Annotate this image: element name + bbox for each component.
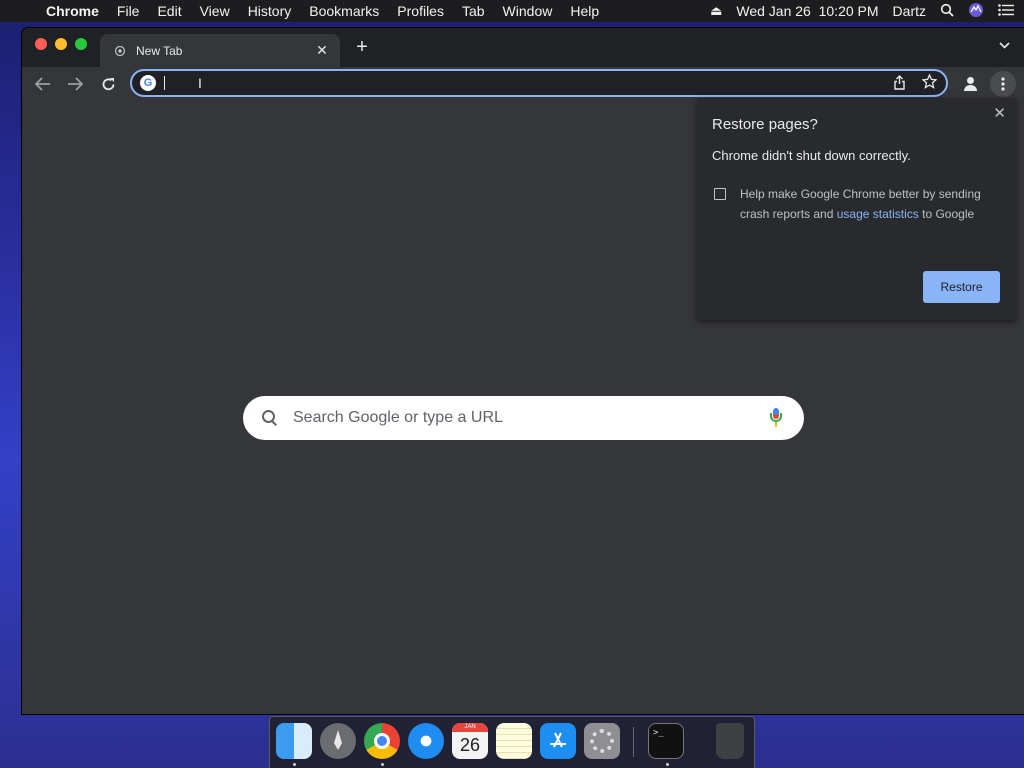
google-g-icon: G xyxy=(140,75,156,91)
restore-button[interactable]: Restore xyxy=(923,271,1000,303)
restore-pages-dialog: ✕ Restore pages? Chrome didn't shut down… xyxy=(697,98,1016,320)
new-tab-button[interactable]: + xyxy=(352,37,372,57)
trash-icon[interactable] xyxy=(716,723,744,759)
menu-tab[interactable]: Tab xyxy=(453,3,494,19)
profile-avatar-icon[interactable] xyxy=(958,72,982,96)
ntp-search-box[interactable]: Search Google or type a URL xyxy=(243,396,804,440)
crash-report-checkbox[interactable] xyxy=(714,188,726,200)
ibeam-cursor-icon: I xyxy=(198,75,202,91)
menu-bookmarks[interactable]: Bookmarks xyxy=(300,3,388,19)
notification-center-icon[interactable] xyxy=(998,3,1014,19)
running-indicator xyxy=(293,763,296,766)
tab-search-chevron-icon[interactable] xyxy=(999,40,1010,52)
menu-profiles[interactable]: Profiles xyxy=(388,3,453,19)
tab-new-tab[interactable]: New Tab ✕ xyxy=(100,34,340,67)
chrome-menu-icon[interactable] xyxy=(990,71,1016,97)
usage-statistics-link[interactable]: usage statistics xyxy=(837,207,919,221)
menu-extras: ⏏ Wed Jan 26 10:20 PM Dartz xyxy=(710,0,1014,22)
chrome-favicon-icon xyxy=(114,45,126,57)
tab-title: New Tab xyxy=(136,43,183,58)
menu-edit[interactable]: Edit xyxy=(148,3,190,19)
window-close-button[interactable] xyxy=(35,38,47,50)
microphone-icon[interactable] xyxy=(770,408,782,428)
terminal-icon[interactable]: >_ xyxy=(648,723,684,759)
search-placeholder: Search Google or type a URL xyxy=(293,409,503,426)
calendar-icon[interactable]: JAN 26 xyxy=(452,723,488,759)
close-icon[interactable]: ✕ xyxy=(993,104,1006,122)
chrome-icon[interactable] xyxy=(364,723,400,759)
system-preferences-icon[interactable] xyxy=(584,723,620,759)
eject-icon[interactable]: ⏏ xyxy=(710,3,722,19)
text-caret xyxy=(164,76,165,90)
notes-icon[interactable] xyxy=(496,723,532,759)
menu-history[interactable]: History xyxy=(239,3,301,19)
back-button[interactable] xyxy=(31,72,55,96)
tab-close-icon[interactable]: ✕ xyxy=(312,42,332,59)
dialog-message: Chrome didn't shut down correctly. xyxy=(712,148,911,163)
address-bar[interactable]: G I xyxy=(130,69,948,97)
running-indicator xyxy=(381,763,384,766)
dialog-title: Restore pages? xyxy=(712,116,818,133)
menu-view[interactable]: View xyxy=(191,3,239,19)
toolbar: G I xyxy=(22,67,1024,101)
launchpad-icon[interactable] xyxy=(320,723,356,759)
siri-icon[interactable] xyxy=(968,2,984,21)
menu-file[interactable]: File xyxy=(108,3,149,19)
dock-separator xyxy=(633,727,634,757)
clock[interactable]: Wed Jan 26 10:20 PM xyxy=(736,3,878,19)
calendar-month: JAN xyxy=(452,723,488,732)
spotlight-search-icon[interactable] xyxy=(940,3,954,20)
crash-report-label: Help make Google Chrome better by sendin… xyxy=(740,184,1002,224)
reload-button[interactable] xyxy=(96,72,120,96)
bookmark-star-icon[interactable] xyxy=(921,73,938,93)
tab-strip: New Tab ✕ + xyxy=(22,28,1024,67)
app-store-icon[interactable] xyxy=(540,723,576,759)
forward-button[interactable] xyxy=(63,72,87,96)
safari-icon[interactable] xyxy=(408,723,444,759)
menu-bar: Chrome File Edit View History Bookmarks … xyxy=(0,0,1024,22)
menu-window[interactable]: Window xyxy=(494,3,562,19)
calendar-day: 26 xyxy=(459,735,481,755)
running-indicator xyxy=(666,763,669,766)
share-icon[interactable] xyxy=(893,75,906,93)
search-icon xyxy=(261,409,279,427)
finder-icon[interactable] xyxy=(276,723,312,759)
chrome-window: New Tab ✕ + G I Search Google or type a … xyxy=(22,28,1024,714)
window-zoom-button[interactable] xyxy=(75,38,87,50)
user-name[interactable]: Dartz xyxy=(893,3,926,19)
menu-app-chrome[interactable]: Chrome xyxy=(40,3,108,19)
dock: JAN 26 >_ xyxy=(269,716,755,768)
crash-report-text-end: to Google xyxy=(922,207,975,221)
window-minimize-button[interactable] xyxy=(55,38,67,50)
menu-help[interactable]: Help xyxy=(561,3,608,19)
